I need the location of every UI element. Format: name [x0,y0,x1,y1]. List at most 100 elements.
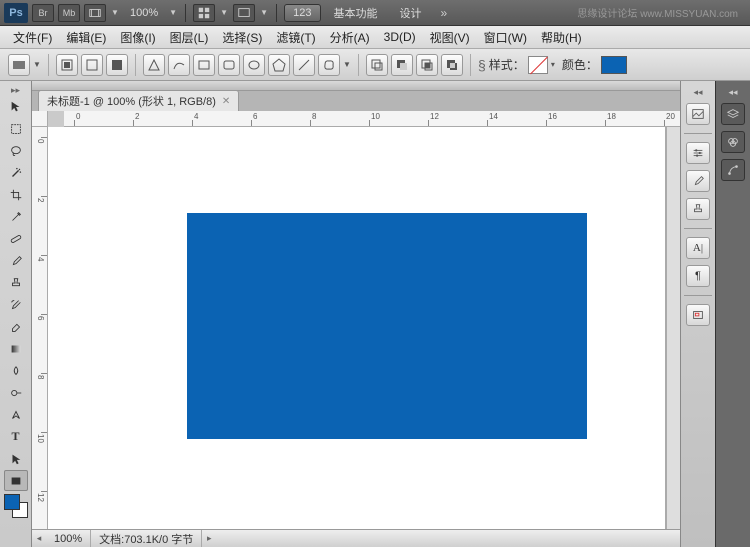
eyedropper-tool[interactable] [4,206,28,227]
document-tab-row: 未标题-1 @ 100% (形状 1, RGB/8) ✕ [32,91,680,111]
line-shape-button[interactable] [293,54,315,76]
combine-intersect-button[interactable] [416,54,438,76]
channels-panel-icon[interactable] [721,131,745,153]
expand-icon[interactable]: ◂◂ [716,87,750,97]
wand-tool[interactable] [4,162,28,183]
status-doc-info[interactable]: 文档:703.1K/0 字节 [91,530,202,547]
crop-tool[interactable] [4,184,28,205]
marquee-tool[interactable] [4,118,28,139]
dropdown-icon[interactable]: ▼ [168,8,178,17]
fill-color-swatch[interactable] [601,56,627,74]
more-icon[interactable]: » [435,6,454,20]
move-tool[interactable] [4,96,28,117]
dropdown-icon[interactable]: ▼ [33,60,41,69]
ruler-origin[interactable] [32,111,48,127]
lasso-tool[interactable] [4,140,28,161]
stamp-tool[interactable] [4,272,28,293]
combine-exclude-button[interactable] [441,54,463,76]
polygon-shape-button[interactable] [268,54,290,76]
scroll-left-icon[interactable]: ◂ [32,533,46,544]
shape-layers-button[interactable] [56,54,78,76]
layers-panel-icon[interactable] [721,103,745,125]
menu-view[interactable]: 视图(V) [423,27,477,48]
minibridge-panel-icon[interactable] [686,103,710,125]
history-panel-icon[interactable] [686,142,710,164]
bridge-button[interactable]: Br [32,4,54,22]
dropdown-icon[interactable]: ▼ [110,8,120,17]
toolbox-collapse-icon[interactable]: ▸▸ [0,85,31,95]
freeform-pen-button[interactable] [168,54,190,76]
shape-rectangle[interactable] [187,213,587,439]
a-icon: A| [693,242,703,254]
menu-edit[interactable]: 编辑(E) [59,27,113,48]
history-brush-tool[interactable] [4,294,28,315]
canvas[interactable] [48,127,666,529]
marquee-icon [9,122,23,136]
clone-panel-icon[interactable] [686,198,710,220]
custom-shape-button[interactable] [318,54,340,76]
status-menu-icon[interactable]: ▸ [202,533,216,544]
status-zoom[interactable]: 100% [46,530,91,547]
brush-tool[interactable] [4,250,28,271]
view-extras-button[interactable] [84,4,106,22]
workspace-tab-basic[interactable]: 基本功能 [325,2,387,24]
nav-icon [691,308,705,322]
paragraph-panel-icon[interactable]: ¶ [686,265,710,287]
dropdown-icon[interactable]: ▾ [551,60,559,69]
eraser-icon [9,320,23,334]
eraser-tool[interactable] [4,316,28,337]
gradient-tool[interactable] [4,338,28,359]
horizontal-ruler[interactable]: 02468101214161820 [64,111,680,127]
pen-tool-button[interactable] [143,54,165,76]
minibridge-button[interactable]: Mb [58,4,80,22]
workspace-tab-design[interactable]: 设计 [391,2,431,24]
style-none-swatch[interactable] [528,56,548,74]
exclude-icon [444,57,460,73]
menu-analysis[interactable]: 分析(A) [323,27,377,48]
vertical-scrollbar[interactable] [666,127,680,529]
roundrect-icon [221,57,237,73]
paths-button[interactable] [81,54,103,76]
dropdown-icon[interactable]: ▼ [219,8,229,17]
menu-select[interactable]: 选择(S) [215,27,269,48]
type-tool[interactable]: T [4,426,28,447]
menu-file[interactable]: 文件(F) [6,27,59,48]
zoom-level[interactable]: 100% [124,7,164,19]
dodge-tool[interactable] [4,382,28,403]
menu-image[interactable]: 图像(I) [113,27,162,48]
close-icon[interactable]: ✕ [222,96,230,107]
combine-subtract-button[interactable] [391,54,413,76]
menu-3d[interactable]: 3D(D) [377,28,423,46]
brush-panel-icon[interactable] [686,170,710,192]
expand-icon[interactable]: ◂◂ [681,87,715,97]
ellipse-shape-button[interactable] [243,54,265,76]
menu-layer[interactable]: 图层(L) [163,27,216,48]
path-select-tool[interactable] [4,448,28,469]
menu-filter[interactable]: 滤镜(T) [269,27,322,48]
rect-shape-button[interactable] [193,54,215,76]
blur-tool[interactable] [4,360,28,381]
navigator-panel-icon[interactable] [686,304,710,326]
dropdown-icon[interactable]: ▼ [343,60,351,69]
dropdown-icon[interactable]: ▼ [259,8,269,17]
menu-help[interactable]: 帮助(H) [534,27,589,48]
fillpx-icon [109,57,125,73]
character-panel-icon[interactable]: A| [686,237,710,259]
screen-mode-button[interactable] [233,4,255,22]
shape-tool-preset[interactable] [8,54,30,76]
roundrect-shape-button[interactable] [218,54,240,76]
rectangle-tool[interactable] [4,470,28,491]
pen-tool[interactable] [4,404,28,425]
combine-add-button[interactable] [366,54,388,76]
fill-pixels-button[interactable] [106,54,128,76]
style-label: 样式： [489,56,525,73]
arrange-docs-button[interactable] [193,4,215,22]
vertical-ruler[interactable]: 024681012 [32,127,48,529]
workspace-tab-num[interactable]: 123 [284,4,320,22]
foreground-color[interactable] [4,494,20,510]
color-picker[interactable] [4,494,28,518]
menu-window[interactable]: 窗口(W) [477,27,534,48]
paths-panel-icon[interactable] [721,159,745,181]
document-tab[interactable]: 未标题-1 @ 100% (形状 1, RGB/8) ✕ [38,90,239,111]
heal-tool[interactable] [4,228,28,249]
